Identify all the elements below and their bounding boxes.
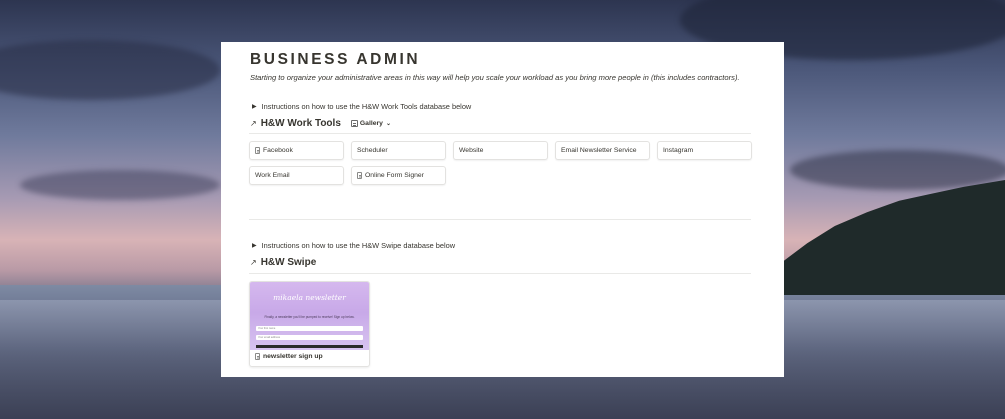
document-icon (255, 147, 260, 154)
divider (249, 133, 751, 134)
document-icon (255, 353, 260, 360)
notion-page: BUSINESS ADMIN Starting to organize your… (221, 42, 784, 377)
work-tools-instructions-toggle[interactable]: ▶ Instructions on how to use the H&W Wor… (252, 102, 471, 111)
preview-title: mikaela newsletter (273, 293, 346, 302)
preview-field: Your first name (256, 326, 363, 331)
gallery-card-email-newsletter[interactable]: Email Newsletter Service (555, 141, 650, 160)
work-tools-db-title[interactable]: H&W Work Tools (261, 118, 341, 129)
cloud (20, 170, 220, 200)
view-switcher[interactable]: Gallery ⌄ (350, 120, 391, 127)
card-label: Email Newsletter Service (561, 147, 637, 154)
toggle-label: Instructions on how to use the H&W Work … (261, 102, 472, 111)
gallery-card-facebook[interactable]: Facebook (249, 141, 344, 160)
linked-db-arrow-icon: ↗ (250, 258, 257, 267)
gallery-card-work-email[interactable]: Work Email (249, 166, 344, 185)
gallery-card-newsletter-sign-up[interactable]: mikaela newsletter Finally, a newsletter… (249, 281, 370, 367)
preview-text: Finally, a newsletter you'll be pumped t… (264, 315, 355, 319)
swipe-db-title[interactable]: H&W Swipe (261, 257, 317, 268)
cloud (790, 150, 1005, 190)
card-label: newsletter sign up (263, 353, 323, 360)
section-divider (249, 219, 751, 220)
gallery-card-online-form-signer[interactable]: Online Form Signer (351, 166, 446, 185)
card-label: Facebook (263, 147, 293, 154)
card-label: Instagram (663, 147, 694, 154)
preview-field: Your email address (256, 335, 363, 340)
page-subtitle: Starting to organize your administrative… (250, 73, 740, 82)
work-tools-db-header: ↗ H&W Work Tools Gallery ⌄ (250, 118, 391, 129)
document-icon (357, 172, 362, 179)
gallery-icon (350, 120, 358, 127)
divider (249, 273, 751, 274)
page-title: BUSINESS ADMIN (250, 51, 421, 68)
card-label: Website (459, 147, 484, 154)
preview-button (256, 345, 363, 348)
toggle-label: Instructions on how to use the H&W Swipe… (261, 241, 456, 250)
card-label: Scheduler (357, 147, 388, 154)
swipe-instructions-toggle[interactable]: ▶ Instructions on how to use the H&W Swi… (252, 241, 455, 250)
toggle-triangle-icon[interactable]: ▶ (252, 242, 257, 249)
swipe-db-header: ↗ H&W Swipe (250, 257, 316, 268)
card-label: Online Form Signer (365, 172, 424, 179)
gallery-card-website[interactable]: Website (453, 141, 548, 160)
card-title: newsletter sign up (255, 353, 323, 360)
card-cover-preview: mikaela newsletter Finally, a newsletter… (250, 282, 369, 350)
chevron-down-icon: ⌄ (385, 121, 391, 127)
toggle-triangle-icon[interactable]: ▶ (252, 103, 257, 110)
card-label: Work Email (255, 172, 290, 179)
gallery-card-instagram[interactable]: Instagram (657, 141, 752, 160)
linked-db-arrow-icon: ↗ (250, 119, 257, 128)
gallery-card-scheduler[interactable]: Scheduler (351, 141, 446, 160)
view-label: Gallery (359, 120, 383, 127)
